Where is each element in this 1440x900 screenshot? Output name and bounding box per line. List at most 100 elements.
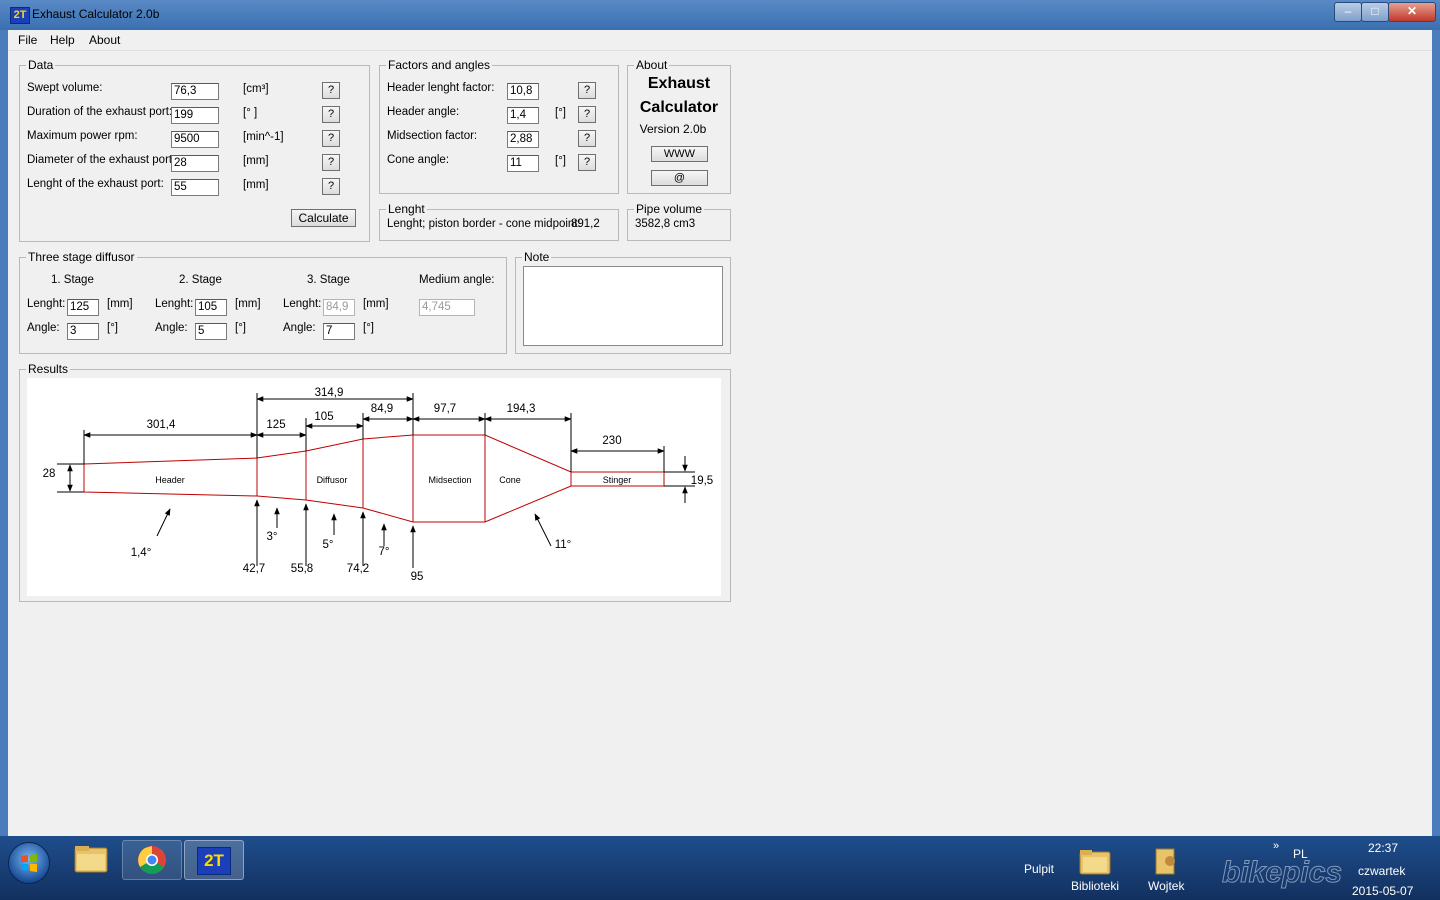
stage1-angle-input[interactable]: 3 — [67, 323, 99, 340]
cone-angle-input[interactable]: 11 — [507, 155, 539, 172]
label-diffusor: Diffusor — [317, 475, 348, 485]
medium-angle-input: 4,745 — [419, 299, 475, 316]
about-title-line1: Exhaust — [647, 75, 711, 92]
stage2-angle-input[interactable]: 5 — [195, 323, 227, 340]
note-group-label: Note — [522, 250, 552, 264]
taskbar-exhaust-calculator[interactable]: 2T — [184, 840, 244, 880]
menu-file[interactable]: File — [18, 33, 37, 47]
pipe-diagram: Header Diffusor Midsection Cone Stinger … — [43, 387, 714, 583]
medium-angle-label: Medium angle: — [419, 274, 495, 286]
dim-stage1-length: 125 — [266, 419, 285, 431]
stage3-angle-input[interactable]: 7 — [323, 323, 355, 340]
stage3-length-input: 84,9 — [323, 299, 355, 316]
note-textarea[interactable] — [523, 266, 723, 346]
wojtek-label[interactable]: Wojtek — [1148, 879, 1184, 893]
start-button[interactable] — [8, 842, 50, 884]
menu-bar — [8, 30, 1432, 51]
results-group-label: Results — [26, 362, 71, 376]
port-diameter-unit: [mm] — [243, 155, 269, 167]
window-title: Exhaust Calculator 2.0b — [32, 7, 160, 21]
angle-stage1: 3° — [267, 531, 278, 543]
calculate-button[interactable]: Calculate — [291, 209, 356, 227]
swept-volume-input[interactable]: 76,3 — [171, 83, 219, 100]
menu-about[interactable]: About — [89, 33, 120, 47]
clock-time[interactable]: 22:37 — [1368, 841, 1398, 855]
midsection-factor-input[interactable]: 2,88 — [507, 131, 539, 148]
about-group-label: About — [634, 58, 670, 72]
port-diameter-label: Diameter of the exhaust port: — [27, 154, 176, 166]
dim-cone-length: 194,3 — [507, 403, 536, 415]
header-length-factor-input[interactable]: 10,8 — [507, 83, 539, 100]
pipe-volume-group-label: Pipe volume — [634, 202, 705, 216]
exhaust-duration-help-button[interactable]: ? — [322, 106, 340, 123]
menu-help[interactable]: Help — [50, 33, 75, 47]
port-length-help-button[interactable]: ? — [322, 178, 340, 195]
dim-outlet-diameter: 19,5 — [691, 475, 713, 487]
email-button[interactable]: @ — [651, 170, 708, 186]
diameter-stage1: 42,7 — [243, 563, 265, 575]
stage1-length-label: Lenght: — [27, 298, 66, 310]
angle-stage3: 7° — [379, 546, 390, 558]
taskbar-explorer[interactable] — [62, 840, 120, 878]
stage2-length-label: Lenght: — [155, 298, 194, 310]
show-hidden-icons-button[interactable]: » — [1273, 840, 1279, 852]
max-power-rpm-help-button[interactable]: ? — [322, 130, 340, 147]
biblioteki-label[interactable]: Biblioteki — [1071, 879, 1119, 893]
title-bar[interactable] — [0, 0, 1440, 30]
taskbar-chrome[interactable] — [122, 840, 182, 880]
header-length-factor-help-button[interactable]: ? — [578, 82, 596, 99]
stage1-length-input[interactable]: 125 — [67, 299, 99, 316]
close-button[interactable]: ✕ — [1388, 2, 1436, 22]
stage2-angle-unit: [°] — [235, 322, 246, 334]
pipe-volume-value: 3582,8 cm3 — [635, 218, 696, 230]
exhaust-duration-input[interactable]: 199 — [171, 107, 219, 124]
results-drawing: Header Diffusor Midsection Cone Stinger … — [27, 378, 721, 596]
stage3-angle-unit: [°] — [363, 322, 374, 334]
angle-header: 1,4° — [131, 547, 152, 559]
pulpit-label[interactable]: Pulpit — [1024, 862, 1054, 876]
header-angle-label: Header angle: — [387, 106, 460, 118]
header-angle-input[interactable]: 1,4 — [507, 107, 539, 124]
swept-volume-unit: [cm³] — [243, 83, 269, 95]
header-angle-help-button[interactable]: ? — [578, 106, 596, 123]
about-version: Version 2.0b — [639, 122, 707, 136]
header-angle-unit: [°] — [555, 107, 566, 119]
maximize-button[interactable]: □ — [1361, 2, 1389, 22]
libraries-folder-icon — [1078, 846, 1112, 879]
folder-icon — [74, 846, 108, 873]
minimize-button[interactable]: – — [1334, 2, 1362, 22]
stage1-angle-unit: [°] — [107, 322, 118, 334]
label-header: Header — [155, 475, 185, 485]
swept-volume-help-button[interactable]: ? — [322, 82, 340, 99]
label-stinger: Stinger — [603, 475, 632, 485]
port-diameter-help-button[interactable]: ? — [322, 154, 340, 171]
cone-angle-help-button[interactable]: ? — [578, 154, 596, 171]
stage3-length-label: Lenght: — [283, 298, 322, 310]
midsection-factor-label: Midsection factor: — [387, 130, 478, 142]
stage1-length-unit: [mm] — [107, 298, 133, 310]
stage2-length-unit: [mm] — [235, 298, 261, 310]
dim-stage2-length: 105 — [314, 411, 333, 423]
length-description: Lenght; piston border - cone midpoint: — [387, 218, 581, 230]
stage2-title: 2. Stage — [179, 274, 222, 286]
diameter-midsection: 95 — [411, 571, 424, 583]
midsection-factor-help-button[interactable]: ? — [578, 130, 596, 147]
label-cone: Cone — [499, 475, 521, 485]
max-power-rpm-input[interactable]: 9500 — [171, 131, 219, 148]
port-length-input[interactable]: 55 — [171, 179, 219, 196]
dim-stinger-length: 230 — [602, 435, 621, 447]
stage1-angle-label: Angle: — [27, 322, 60, 334]
exhaust-app-icon: 2T — [197, 847, 231, 875]
port-length-label: Lenght of the exhaust port: — [27, 178, 164, 190]
data-group-label: Data — [26, 58, 56, 72]
max-power-rpm-label: Maximum power rpm: — [27, 130, 138, 142]
app-icon: 2T — [10, 7, 30, 24]
about-title-line2: Calculator — [639, 99, 719, 116]
port-diameter-input[interactable]: 28 — [171, 155, 219, 172]
diameter-stage3: 74,2 — [347, 563, 369, 575]
www-button[interactable]: WWW — [651, 146, 708, 162]
stage2-length-input[interactable]: 105 — [195, 299, 227, 316]
chrome-icon — [138, 846, 166, 874]
exhaust-duration-unit: [° ] — [243, 107, 258, 119]
angle-cone: 11° — [555, 539, 572, 551]
